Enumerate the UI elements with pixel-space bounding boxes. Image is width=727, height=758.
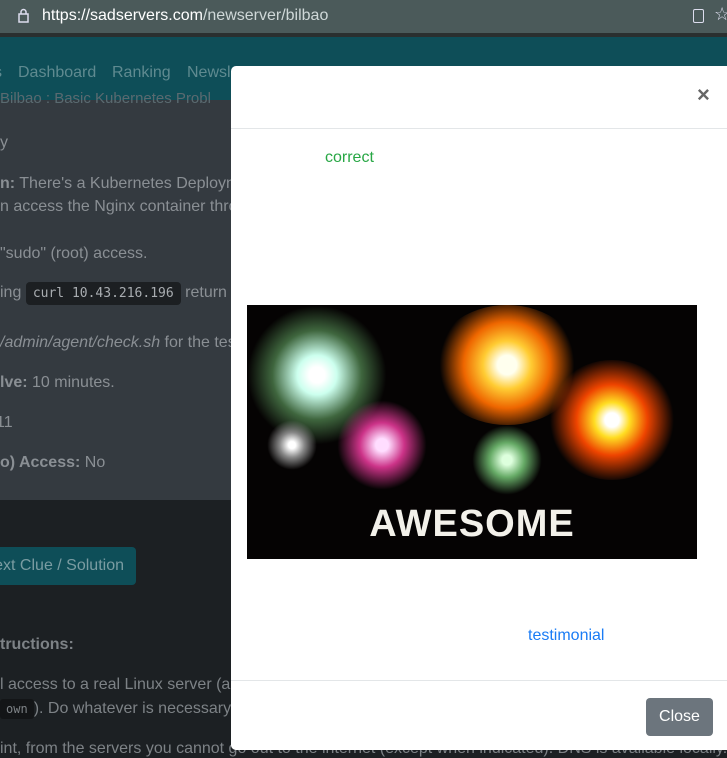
text-line: y <box>0 134 8 151</box>
text: for the tes <box>164 334 236 351</box>
file-path: /admin/agent/check.sh <box>0 334 161 351</box>
text: ing <box>0 284 22 301</box>
next-clue-button[interactable]: ext Clue / Solution <box>0 547 136 585</box>
image-caption: AWESOME <box>369 503 575 545</box>
nav-item-newsletter[interactable]: Newsl <box>187 64 231 82</box>
text-line: n access the Nginx container thro <box>0 198 238 215</box>
modal-header: × <box>231 66 727 129</box>
fireworks-image: AWESOME <box>247 305 697 559</box>
nav-item-dashboard[interactable]: Dashboard <box>18 64 96 82</box>
label: n: <box>0 175 16 192</box>
browser-address-bar[interactable]: https://sadservers.com/newserver/bilbao … <box>0 0 727 33</box>
status-message: correct <box>325 149 374 166</box>
label: lve: <box>0 374 28 391</box>
result-modal: × correct AWESOME testimonial Close <box>231 66 727 750</box>
instructions-heading: tructions: <box>0 636 74 653</box>
text: There's a Kubernetes Deploym <box>19 175 240 192</box>
lock-icon <box>18 8 29 23</box>
text: No <box>84 454 106 471</box>
label: o) Access: <box>0 454 81 471</box>
code-snippet: own <box>0 699 34 719</box>
url-host: https://sadservers.com <box>42 7 203 24</box>
text: ). Do whatever is necessary <box>33 700 232 717</box>
text-line: l access to a real Linux server (ar <box>0 676 236 693</box>
text-line: "sudo" (root) access. <box>0 245 148 262</box>
url-text[interactable]: https://sadservers.com/newserver/bilbao <box>42 7 328 25</box>
text-line: 11 <box>0 414 13 431</box>
close-button[interactable]: Close <box>646 698 713 736</box>
breadcrumb: Bilbao : Basic Kubernetes Probl <box>0 90 211 107</box>
text: return <box>185 284 227 301</box>
reader-mode-icon[interactable] <box>693 9 704 23</box>
testimonial-link[interactable]: testimonial <box>528 627 604 645</box>
modal-footer: Close <box>231 680 727 750</box>
nav-item-partial[interactable]: s <box>0 64 2 82</box>
text: 10 minutes. <box>32 374 115 391</box>
code-snippet: curl 10.43.216.196 <box>25 282 181 305</box>
nav-item-ranking[interactable]: Ranking <box>112 64 171 82</box>
url-path: /newserver/bilbao <box>202 7 329 24</box>
bookmark-star-icon[interactable]: ☆ <box>714 4 727 25</box>
close-icon[interactable]: × <box>697 82 710 108</box>
